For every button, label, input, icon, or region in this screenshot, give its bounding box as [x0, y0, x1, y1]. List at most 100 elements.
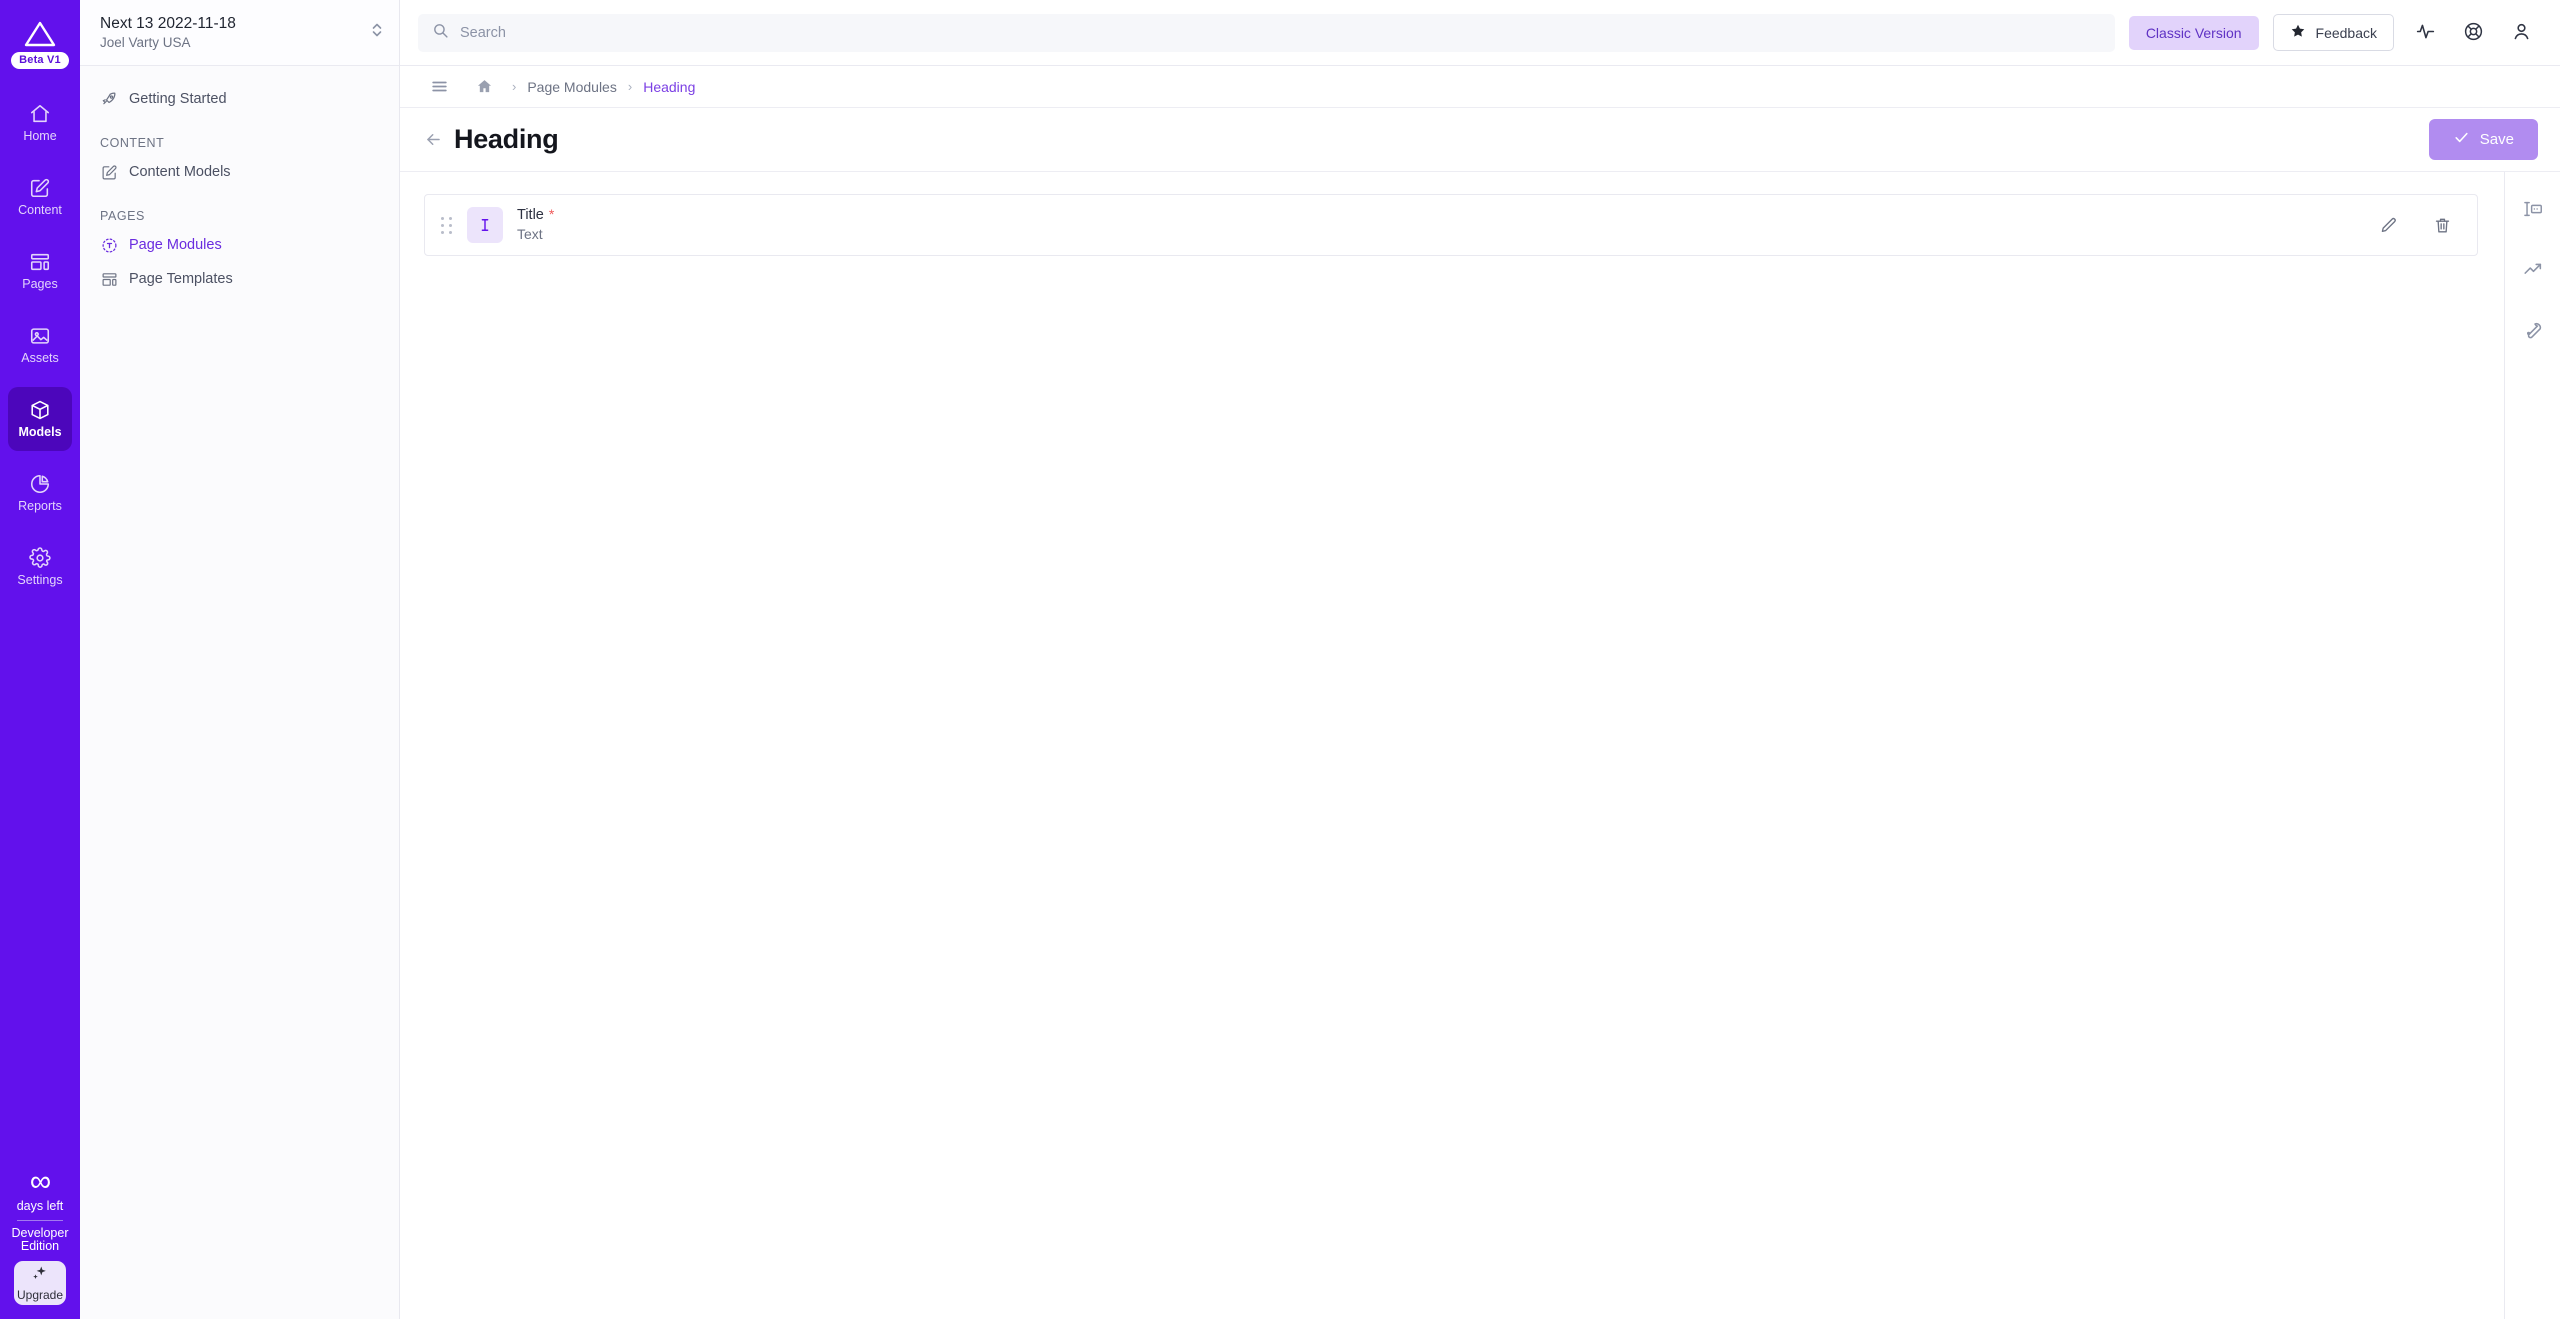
plan-footer: ∞ days left Developer Edition Upgrade: [0, 1165, 80, 1305]
field-name-row: Title *: [517, 207, 554, 224]
app-root: Beta V1 Home Content Pages Assets Models…: [0, 0, 2560, 1319]
breadcrumb-separator-2: ›: [627, 79, 633, 94]
settings-gear-icon: [29, 547, 51, 569]
sidebar-item-settings[interactable]: Settings: [8, 535, 72, 599]
lifebuoy-help-icon: [2463, 21, 2484, 45]
pencil-edit-icon[interactable]: [2371, 208, 2405, 242]
search-input[interactable]: [460, 24, 2101, 41]
project-switcher[interactable]: Next 13 2022-11-18 Joel Varty USA: [80, 0, 399, 66]
sidebar-item-content-label: Content: [18, 203, 62, 218]
sidebar-item-assets[interactable]: Assets: [8, 313, 72, 377]
content-edit-icon: [29, 177, 51, 199]
page-modules-icon: [100, 236, 118, 254]
trash-delete-icon[interactable]: [2425, 208, 2459, 242]
nav-group-title-content: CONTENT: [100, 136, 165, 150]
upgrade-button[interactable]: Upgrade: [14, 1261, 66, 1305]
primary-nav-list: Home Content Pages Assets Models Reports…: [0, 91, 80, 609]
text-cursor-icon: [467, 207, 503, 243]
sidebar-item-content-models[interactable]: Content Models: [80, 155, 399, 189]
main-body: Title * Text: [400, 172, 2560, 1319]
hamburger-menu-icon[interactable]: [422, 70, 456, 104]
sidebar-item-page-templates-label: Page Templates: [129, 271, 233, 287]
sparkle-icon: [30, 1264, 50, 1287]
sidebar-item-home-label: Home: [23, 129, 57, 144]
secondary-sidebar: Next 13 2022-11-18 Joel Varty USA Gettin…: [80, 0, 400, 1319]
breadcrumb: › Page Modules › Heading: [400, 66, 2560, 108]
brand-logo-block[interactable]: Beta V1: [11, 0, 69, 69]
beta-badge: Beta V1: [11, 52, 69, 69]
nav-group-title-pages: PAGES: [100, 209, 145, 223]
project-org: Joel Varty USA: [100, 34, 191, 50]
star-icon: [2290, 23, 2306, 42]
breadcrumb-separator-1: ›: [512, 79, 517, 94]
search-icon: [432, 22, 449, 44]
sidebar-item-reports-label: Reports: [18, 499, 62, 514]
right-tool-rail: [2504, 172, 2560, 1319]
trending-up-icon[interactable]: [2516, 252, 2550, 286]
reports-piechart-icon: [29, 473, 51, 495]
pages-layout-icon: [29, 251, 51, 273]
feedback-button[interactable]: Feedback: [2272, 14, 2394, 51]
feedback-button-label: Feedback: [2315, 24, 2377, 41]
sidebar-item-page-modules[interactable]: Page Modules: [80, 228, 399, 262]
drag-dots-icon[interactable]: [441, 216, 453, 234]
upgrade-button-label: Upgrade: [16, 1288, 64, 1302]
sidebar-item-pages-label: Pages: [22, 277, 58, 292]
footer-divider: [17, 1220, 63, 1221]
sidebar-item-getting-started-label: Getting Started: [129, 91, 227, 107]
sidebar-item-models-label: Models: [18, 425, 62, 440]
field-row-actions: [2371, 208, 2463, 242]
page-title-bar: Heading Save: [400, 108, 2560, 172]
home-filled-icon[interactable]: [467, 70, 501, 104]
wrench-settings-icon[interactable]: [2516, 312, 2550, 346]
rocket-icon: [100, 90, 118, 108]
sidebar-item-page-modules-label: Page Modules: [129, 237, 222, 253]
infinity-icon: ∞: [29, 1165, 51, 1198]
top-bar: Classic Version Feedback: [400, 0, 2560, 66]
sidebar-item-assets-label: Assets: [21, 351, 59, 366]
sidebar-item-home[interactable]: Home: [8, 91, 72, 155]
home-icon: [29, 103, 51, 125]
project-switcher-text: Next 13 2022-11-18 Joel Varty USA: [100, 14, 369, 52]
account-button[interactable]: [2504, 16, 2538, 50]
primary-sidebar: Beta V1 Home Content Pages Assets Models…: [0, 0, 80, 1319]
form-fields-icon[interactable]: [2516, 192, 2550, 226]
search-box[interactable]: [418, 13, 2115, 52]
models-cube-icon: [29, 399, 51, 421]
arrow-left-icon[interactable]: [422, 129, 444, 151]
sidebar-item-getting-started[interactable]: Getting Started: [80, 82, 399, 116]
field-name: Title: [517, 207, 544, 224]
agility-triangle-logo-icon: [20, 14, 60, 48]
classic-version-button[interactable]: Classic Version: [2128, 15, 2259, 50]
breadcrumb-item-page-modules[interactable]: Page Modules: [527, 79, 617, 95]
page-templates-icon: [100, 270, 118, 288]
sidebar-item-content-models-label: Content Models: [129, 164, 231, 180]
days-left-label: days left: [16, 1199, 64, 1213]
required-marker: *: [548, 206, 555, 223]
page-title: Heading: [454, 124, 559, 154]
activity-button[interactable]: [2408, 16, 2442, 50]
edition-label: Developer Edition: [12, 1227, 69, 1252]
user-account-icon: [2511, 21, 2532, 45]
breadcrumb-item-heading[interactable]: Heading: [643, 79, 695, 95]
save-button[interactable]: Save: [2428, 119, 2538, 160]
chevron-up-down-icon: [369, 20, 385, 45]
save-button-label: Save: [2479, 131, 2514, 148]
field-type: Text: [517, 225, 543, 242]
sidebar-item-page-templates[interactable]: Page Templates: [80, 262, 399, 296]
project-name: Next 13 2022-11-18: [100, 14, 236, 32]
sidebar-item-pages[interactable]: Pages: [8, 239, 72, 303]
sidebar-item-reports[interactable]: Reports: [8, 461, 72, 525]
fields-canvas: Title * Text: [400, 172, 2504, 1319]
check-icon: [2453, 129, 2470, 150]
help-button[interactable]: [2456, 16, 2490, 50]
main-area: Classic Version Feedback: [400, 0, 2560, 1319]
sidebar-item-models[interactable]: Models: [8, 387, 72, 451]
secondary-nav-list: Getting Started CONTENT Content Models P…: [80, 66, 399, 296]
activity-pulse-icon: [2415, 21, 2436, 45]
sidebar-item-settings-label: Settings: [17, 573, 63, 588]
sidebar-item-content[interactable]: Content: [8, 165, 72, 229]
assets-image-icon: [29, 325, 51, 347]
field-row[interactable]: Title * Text: [424, 194, 2478, 256]
field-texts: Title * Text: [517, 207, 554, 242]
